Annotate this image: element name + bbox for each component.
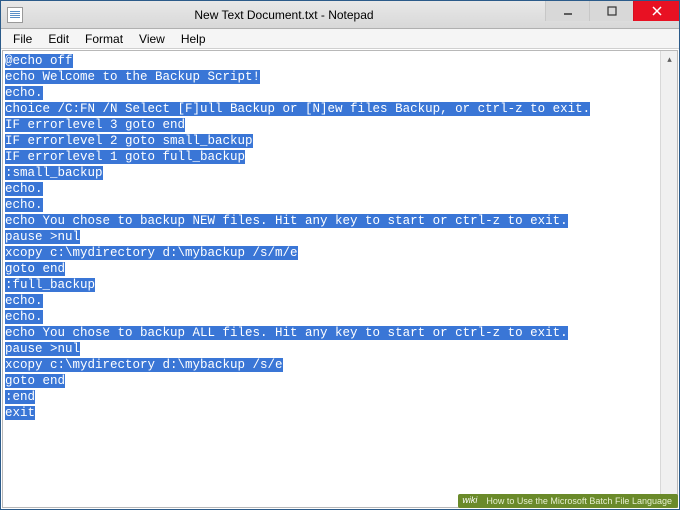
selected-text: pause >nul: [5, 230, 80, 244]
selected-text: echo You chose to backup ALL files. Hit …: [5, 326, 568, 340]
titlebar: New Text Document.txt - Notepad: [1, 1, 679, 29]
selected-text: xcopy c:\mydirectory d:\mybackup /s/m/e: [5, 246, 298, 260]
text-editor[interactable]: @echo off echo Welcome to the Backup Scri…: [3, 51, 660, 507]
menu-edit[interactable]: Edit: [40, 30, 77, 48]
editor-line: goto end: [5, 373, 658, 389]
selected-text: :full_backup: [5, 278, 95, 292]
selected-text: :small_backup: [5, 166, 103, 180]
selected-text: IF errorlevel 3 goto end: [5, 118, 185, 132]
editor-container: @echo off echo Welcome to the Backup Scri…: [2, 50, 678, 508]
editor-line: IF errorlevel 2 goto small_backup: [5, 133, 658, 149]
watermark-brand: wiki: [462, 495, 477, 505]
selected-text: goto end: [5, 374, 65, 388]
selected-text: echo.: [5, 310, 43, 324]
editor-line: :end: [5, 389, 658, 405]
editor-line: :full_backup: [5, 277, 658, 293]
editor-line: xcopy c:\mydirectory d:\mybackup /s/e: [5, 357, 658, 373]
close-icon: [652, 6, 662, 16]
editor-line: goto end: [5, 261, 658, 277]
menu-view[interactable]: View: [131, 30, 173, 48]
editor-line: echo.: [5, 197, 658, 213]
menubar: File Edit Format View Help: [1, 29, 679, 49]
selected-text: exit: [5, 406, 35, 420]
notepad-window: New Text Document.txt - Notepad File Edi…: [0, 0, 680, 510]
maximize-button[interactable]: [589, 1, 633, 21]
editor-line: @echo off: [5, 53, 658, 69]
selected-text: xcopy c:\mydirectory d:\mybackup /s/e: [5, 358, 283, 372]
editor-line: echo.: [5, 181, 658, 197]
selected-text: IF errorlevel 2 goto small_backup: [5, 134, 253, 148]
editor-line: echo.: [5, 293, 658, 309]
editor-line: IF errorlevel 3 goto end: [5, 117, 658, 133]
editor-line: xcopy c:\mydirectory d:\mybackup /s/m/e: [5, 245, 658, 261]
selected-text: echo You chose to backup NEW files. Hit …: [5, 214, 568, 228]
editor-line: pause >nul: [5, 229, 658, 245]
scroll-up-arrow-icon[interactable]: ▴: [661, 51, 678, 68]
editor-line: echo You chose to backup ALL files. Hit …: [5, 325, 658, 341]
menu-help[interactable]: Help: [173, 30, 214, 48]
vertical-scrollbar[interactable]: ▴ ▾: [660, 51, 677, 507]
selected-text: IF errorlevel 1 goto full_backup: [5, 150, 245, 164]
watermark-text: How to Use the Microsoft Batch File Lang…: [486, 496, 672, 506]
menu-format[interactable]: Format: [77, 30, 131, 48]
menu-file[interactable]: File: [5, 30, 40, 48]
editor-line: choice /C:FN /N Select [F]ull Backup or …: [5, 101, 658, 117]
selected-text: echo.: [5, 86, 43, 100]
watermark-badge: wiki How to Use the Microsoft Batch File…: [458, 494, 678, 508]
selected-text: echo Welcome to the Backup Script!: [5, 70, 260, 84]
maximize-icon: [607, 6, 617, 16]
selected-text: echo.: [5, 294, 43, 308]
selected-text: :end: [5, 390, 35, 404]
editor-line: exit: [5, 405, 658, 421]
editor-line: echo Welcome to the Backup Script!: [5, 69, 658, 85]
editor-line: echo.: [5, 309, 658, 325]
notepad-icon: [7, 7, 23, 23]
editor-line: pause >nul: [5, 341, 658, 357]
window-controls: [545, 1, 679, 28]
selected-text: choice /C:FN /N Select [F]ull Backup or …: [5, 102, 590, 116]
selected-text: pause >nul: [5, 342, 80, 356]
window-title: New Text Document.txt - Notepad: [23, 8, 545, 22]
minimize-button[interactable]: [545, 1, 589, 21]
selected-text: goto end: [5, 262, 65, 276]
editor-line: :small_backup: [5, 165, 658, 181]
editor-line: echo You chose to backup NEW files. Hit …: [5, 213, 658, 229]
editor-line: echo.: [5, 85, 658, 101]
selected-text: echo.: [5, 182, 43, 196]
editor-line: IF errorlevel 1 goto full_backup: [5, 149, 658, 165]
minimize-icon: [563, 6, 573, 16]
selected-text: @echo off: [5, 54, 73, 68]
close-button[interactable]: [633, 1, 679, 21]
selected-text: echo.: [5, 198, 43, 212]
